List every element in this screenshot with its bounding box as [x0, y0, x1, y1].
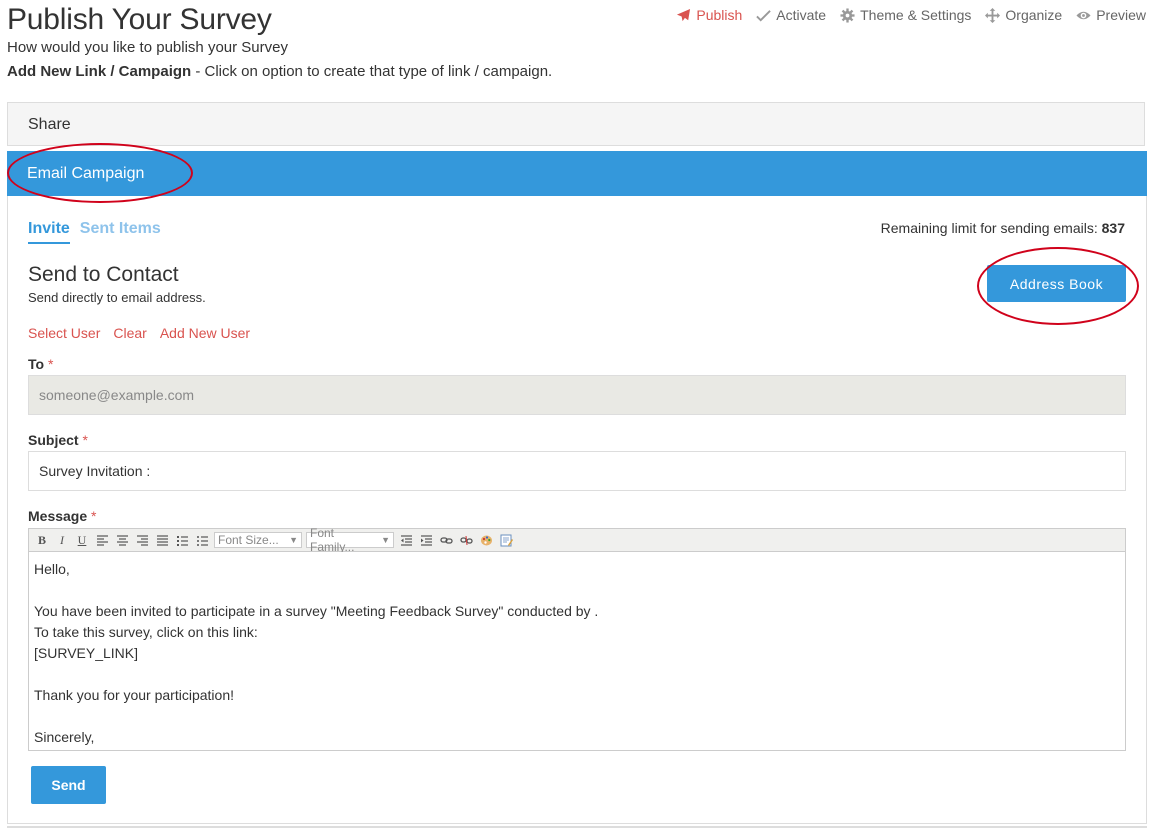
outdent-icon[interactable]	[398, 532, 414, 548]
gear-icon	[840, 7, 855, 23]
subject-label-text: Subject	[28, 432, 79, 448]
italic-button[interactable]: I	[54, 532, 70, 548]
page-hint-text: - Click on option to create that type of…	[191, 63, 553, 80]
section-subtitle: Send directly to email address.	[28, 290, 206, 305]
message-line	[34, 706, 1120, 727]
align-justify-icon[interactable]	[154, 532, 170, 548]
message-line: You have been invited to participate in …	[34, 603, 599, 619]
page-subtitle: How would you like to publish your Surve…	[7, 39, 288, 56]
send-button[interactable]: Send	[31, 766, 106, 804]
contact-actions: Select User Clear Add New User	[28, 325, 250, 341]
email-limit: Remaining limit for sending emails: 837	[881, 220, 1125, 236]
unlink-icon[interactable]	[458, 532, 474, 548]
message-line: To take this survey, click on this link:	[34, 624, 258, 640]
indent-icon[interactable]	[418, 532, 434, 548]
required-mark: *	[91, 508, 97, 524]
section-title: Send to Contact	[28, 263, 179, 286]
font-family-value: Font Family...	[310, 526, 355, 554]
nav-theme-label: Theme & Settings	[860, 7, 972, 23]
nav-preview[interactable]: Preview	[1076, 7, 1146, 23]
accordion-share[interactable]: Share	[7, 102, 1145, 146]
edit-html-icon[interactable]	[498, 532, 514, 548]
to-label: To *	[28, 356, 53, 372]
message-line	[34, 580, 1120, 601]
message-label-text: Message	[28, 508, 88, 524]
eye-icon	[1076, 11, 1091, 19]
clear-link[interactable]: Clear	[113, 325, 146, 341]
editor-toolbar: B I U Font Size... ▼ Font Family... ▼	[28, 526, 1126, 554]
message-line: Thank you for your participation!	[34, 687, 234, 703]
message-editor[interactable]: Hello, You have been invited to particip…	[28, 552, 1126, 751]
align-center-icon[interactable]	[114, 532, 130, 548]
nav-activate[interactable]: Activate	[756, 7, 826, 23]
to-field[interactable]	[28, 375, 1126, 415]
link-icon[interactable]	[438, 532, 454, 548]
nav-theme-settings[interactable]: Theme & Settings	[840, 7, 971, 23]
align-left-icon[interactable]	[94, 532, 110, 548]
page-title: Publish Your Survey	[7, 3, 272, 36]
chevron-down-icon: ▼	[381, 535, 390, 545]
message-line: Sincerely,	[34, 729, 95, 745]
top-navigation: Publish Activate Theme & Settings Organi…	[676, 7, 1146, 23]
align-right-icon[interactable]	[134, 532, 150, 548]
font-family-select[interactable]: Font Family... ▼	[306, 526, 394, 554]
nav-publish[interactable]: Publish	[676, 7, 742, 23]
check-icon	[756, 9, 772, 22]
divider	[7, 826, 1147, 828]
ordered-list-icon[interactable]	[174, 532, 190, 548]
nav-preview-label: Preview	[1096, 7, 1146, 23]
message-label: Message *	[28, 508, 97, 524]
unordered-list-icon[interactable]	[194, 532, 210, 548]
accordion-email-campaign[interactable]: Email Campaign	[7, 151, 1147, 196]
chevron-down-icon: ▼	[289, 535, 298, 545]
move-icon	[985, 7, 1001, 23]
subject-field[interactable]	[28, 451, 1126, 491]
address-book-button[interactable]: Address Book	[987, 265, 1126, 302]
nav-activate-label: Activate	[776, 7, 827, 23]
message-line: Hello,	[34, 561, 70, 577]
underline-button[interactable]: U	[74, 532, 90, 548]
font-size-select[interactable]: Font Size... ▼	[214, 532, 302, 548]
message-line: [SURVEY_LINK]	[34, 645, 139, 661]
nav-organize[interactable]: Organize	[985, 7, 1062, 23]
add-new-user-link[interactable]: Add New User	[160, 325, 250, 341]
select-user-link[interactable]: Select User	[28, 325, 100, 341]
email-limit-value: 837	[1101, 220, 1125, 236]
color-palette-icon[interactable]	[478, 532, 494, 548]
to-label-text: To	[28, 356, 45, 372]
required-mark: *	[82, 432, 88, 448]
tab-invite[interactable]: Invite	[28, 220, 70, 244]
font-size-value: Font Size...	[218, 533, 279, 547]
tab-sent-items[interactable]: Sent Items	[80, 220, 161, 244]
paper-plane-icon	[677, 8, 691, 21]
nav-organize-label: Organize	[1005, 7, 1063, 23]
required-mark: *	[47, 356, 54, 372]
bold-button[interactable]: B	[34, 532, 50, 548]
nav-publish-label: Publish	[696, 7, 743, 23]
email-limit-label: Remaining limit for sending emails:	[880, 220, 1102, 236]
page-hint-bold: Add New Link / Campaign	[7, 63, 192, 80]
page-hint: Add New Link / Campaign - Click on optio…	[7, 63, 552, 80]
message-line	[34, 664, 1120, 685]
subject-label: Subject *	[28, 432, 88, 448]
tab-bar: Invite Sent Items	[28, 220, 161, 244]
